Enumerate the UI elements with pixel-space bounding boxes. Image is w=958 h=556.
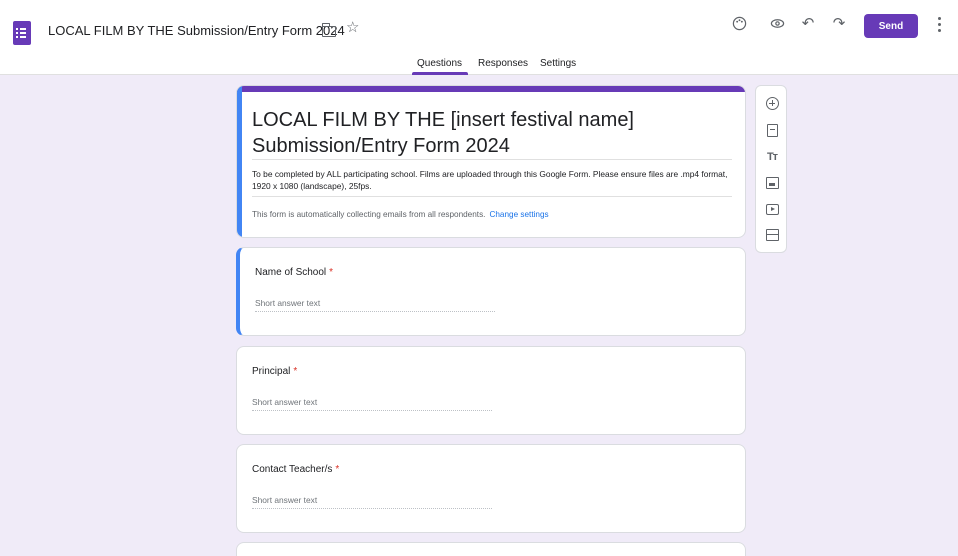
folder-icon[interactable] bbox=[321, 23, 336, 37]
question-label: Name of School * bbox=[255, 267, 333, 278]
question-card[interactable]: Name of School * Short answer text bbox=[236, 247, 746, 336]
question-card[interactable]: Contact Teacher/s * Short answer text bbox=[236, 444, 746, 533]
import-questions-icon[interactable] bbox=[764, 122, 780, 138]
form-title-line-2: Submission/Entry Form 2024 bbox=[252, 135, 510, 157]
question-label: Contact Teacher/s * bbox=[252, 464, 339, 475]
change-settings-link[interactable]: Change settings bbox=[489, 210, 548, 219]
question-card-partial[interactable] bbox=[236, 542, 746, 556]
form-title[interactable]: LOCAL FILM BY THE [insert festival name]… bbox=[252, 107, 722, 159]
title-divider bbox=[252, 159, 732, 160]
add-title-icon[interactable]: Tт bbox=[764, 149, 780, 165]
floating-toolbar: Tт bbox=[755, 85, 787, 253]
email-note-text: This form is automatically collecting em… bbox=[252, 210, 486, 219]
card-accent-bar bbox=[237, 86, 745, 92]
more-options-icon[interactable] bbox=[934, 17, 944, 33]
email-collection-note: This form is automatically collecting em… bbox=[252, 210, 549, 219]
document-title[interactable]: LOCAL FILM BY THE Submission/Entry Form … bbox=[48, 23, 345, 38]
form-title-card[interactable]: LOCAL FILM BY THE [insert festival name]… bbox=[236, 85, 746, 238]
question-label: Principal * bbox=[252, 366, 297, 377]
undo-icon[interactable]: ↶ bbox=[799, 16, 817, 31]
short-answer-field[interactable]: Short answer text bbox=[252, 397, 492, 411]
tab-responses[interactable]: Responses bbox=[478, 58, 528, 69]
required-asterisk: * bbox=[335, 464, 340, 475]
app-header: LOCAL FILM BY THE Submission/Entry Form … bbox=[0, 0, 958, 75]
form-title-line-1: LOCAL FILM BY THE [insert festival name] bbox=[252, 109, 634, 131]
question-title: Name of School bbox=[255, 267, 327, 278]
question-card[interactable]: Principal * Short answer text bbox=[236, 346, 746, 435]
tab-settings[interactable]: Settings bbox=[540, 58, 576, 69]
send-button[interactable]: Send bbox=[864, 14, 918, 38]
short-answer-field[interactable]: Short answer text bbox=[252, 495, 492, 509]
preview-eye-icon[interactable] bbox=[768, 16, 786, 34]
required-asterisk: * bbox=[329, 267, 334, 278]
add-question-icon[interactable] bbox=[764, 95, 780, 111]
description-divider bbox=[252, 196, 732, 197]
add-section-icon[interactable] bbox=[764, 227, 780, 243]
add-video-icon[interactable] bbox=[764, 201, 780, 217]
star-icon[interactable]: ☆ bbox=[346, 20, 359, 35]
customize-theme-icon[interactable] bbox=[730, 16, 748, 34]
short-answer-field[interactable]: Short answer text bbox=[255, 298, 495, 312]
required-asterisk: * bbox=[293, 366, 298, 377]
question-title: Principal bbox=[252, 366, 291, 377]
active-card-indicator bbox=[237, 86, 242, 237]
add-image-icon[interactable] bbox=[764, 175, 780, 191]
question-title: Contact Teacher/s bbox=[252, 464, 333, 475]
tab-bar: Questions Responses Settings bbox=[0, 58, 958, 75]
form-description[interactable]: To be completed by ALL participating sch… bbox=[252, 168, 732, 192]
forms-logo-icon[interactable] bbox=[13, 21, 31, 45]
tab-questions[interactable]: Questions bbox=[417, 58, 462, 69]
active-tab-indicator bbox=[412, 72, 468, 75]
redo-icon[interactable]: ↷ bbox=[830, 16, 848, 31]
